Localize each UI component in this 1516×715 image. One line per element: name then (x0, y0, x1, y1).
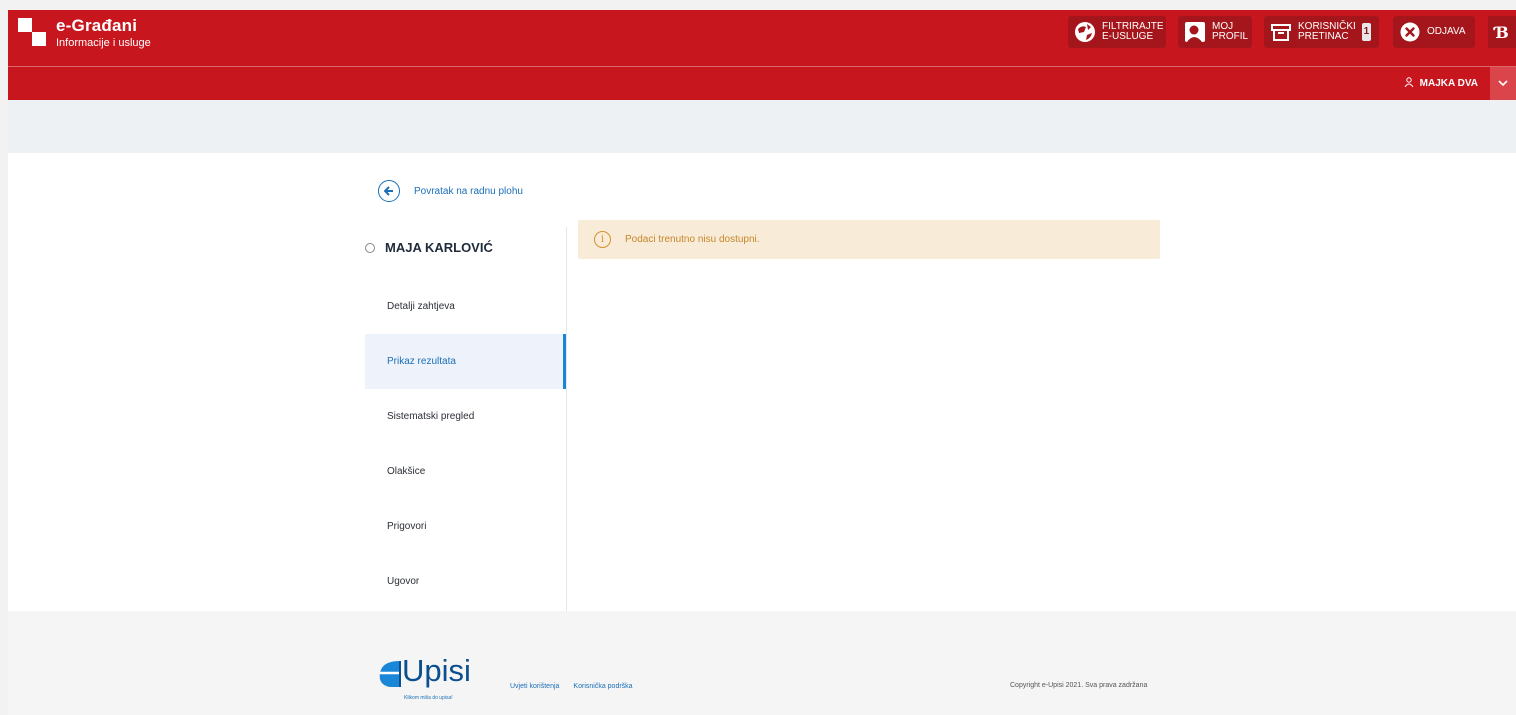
globe-icon (1074, 21, 1096, 43)
my-profile-button[interactable]: MOJ PROFIL (1178, 16, 1252, 48)
data-unavailable-alert: i Podaci trenutno nisu dostupni. (578, 220, 1160, 259)
logout-label: ODJAVA (1427, 26, 1466, 37)
student-header: MAJA KARLOVIĆ (365, 240, 493, 255)
brand-subtitle: Informacije i usluge (56, 37, 151, 49)
sidebar-item-appeals[interactable]: Prigovori (365, 499, 566, 554)
alert-message: Podaci trenutno nisu dostupni. (625, 234, 760, 245)
upisi-logo-text: Upisi (402, 653, 471, 688)
terms-of-use-link[interactable]: Uvjeti korištenja (510, 683, 559, 690)
user-name-label: MAJKA DVA (1419, 78, 1478, 89)
accessibility-button[interactable]: Ɓ (1488, 16, 1516, 48)
filter-eservices-button[interactable]: FILTRIRAJTE E-USLUGE (1068, 16, 1166, 48)
chevron-down-icon (1498, 78, 1508, 90)
page: e-Građani Informacije i usluge FILTRIRAJ… (8, 10, 1516, 715)
arrow-left-icon (378, 180, 400, 202)
profile-icon (1184, 21, 1206, 43)
user-menu-toggle[interactable] (1490, 67, 1516, 100)
e-gradani-logo-icon[interactable] (18, 18, 46, 46)
inbox-count-badge: 1 (1361, 23, 1371, 41)
sub-header-band (8, 100, 1516, 153)
sidebar-item-benefits[interactable]: Olakšice (365, 444, 566, 499)
close-circle-icon (1399, 21, 1421, 43)
upisi-tagline: Klikom miša do upisa! (404, 695, 453, 701)
sidebar-divider (566, 227, 567, 628)
sidebar-item-medical-exam[interactable]: Sistematski pregled (365, 389, 566, 444)
mouse-logo-icon (379, 661, 401, 687)
copyright-text: Copyright e-Upisi 2021. Sva prava zadrža… (1010, 682, 1148, 689)
back-to-dashboard-link[interactable]: Povratak na radnu plohu (378, 180, 523, 202)
user-menu[interactable]: MAJKA DVA (1404, 77, 1478, 90)
sidebar-item-contract[interactable]: Ugovor (365, 554, 566, 609)
sidebar-item-request-details[interactable]: Detalji zahtjeva (365, 279, 566, 334)
archive-box-icon (1270, 21, 1292, 43)
logout-button[interactable]: ODJAVA (1393, 16, 1475, 48)
sidebar-item-results[interactable]: Prikaz rezultata (365, 334, 566, 389)
brand-title[interactable]: e-Građani (56, 16, 137, 36)
back-link-label: Povratak na radnu plohu (414, 185, 523, 197)
filter-eservices-label: FILTRIRAJTE E-USLUGE (1102, 21, 1164, 42)
user-inbox-button[interactable]: KORISNIČKI PRETINAC 1 (1264, 16, 1379, 48)
user-icon (1404, 77, 1414, 90)
footer-links: Uvjeti korištenja Korisnička podrška (510, 683, 633, 690)
student-icon (365, 242, 375, 253)
user-inbox-label: KORISNIČKI PRETINAC (1298, 21, 1356, 42)
user-support-link[interactable]: Korisnička podrška (573, 683, 632, 690)
user-bar: MAJKA DVA (8, 66, 1516, 100)
info-icon: i (594, 231, 611, 248)
footer: Upisi Klikom miša do upisa! Uvjeti koriš… (8, 611, 1516, 715)
student-name: MAJA KARLOVIĆ (385, 240, 493, 255)
sidebar-nav: Detalji zahtjeva Prikaz rezultata Sistem… (365, 279, 566, 609)
top-navbar: e-Građani Informacije i usluge FILTRIRAJ… (8, 10, 1516, 66)
my-profile-label: MOJ PROFIL (1212, 21, 1249, 42)
